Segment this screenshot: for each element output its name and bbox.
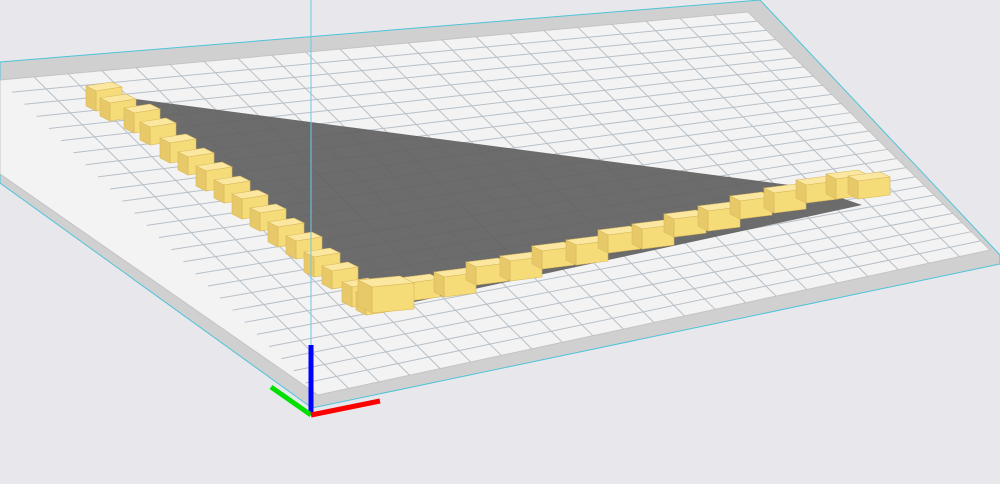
model-block[interactable]: [846, 171, 892, 200]
scene-svg: [0, 0, 1000, 418]
model-block[interactable]: [356, 275, 416, 314]
3d-viewport[interactable]: [0, 0, 1000, 484]
